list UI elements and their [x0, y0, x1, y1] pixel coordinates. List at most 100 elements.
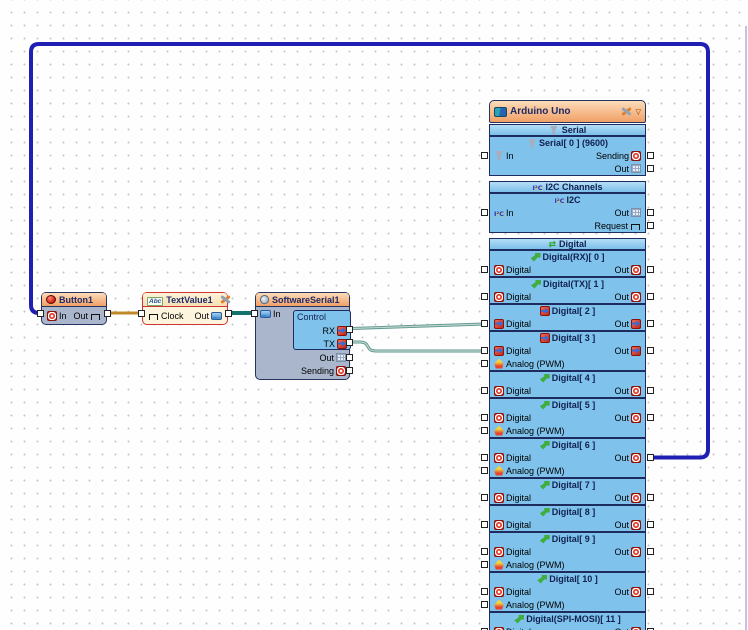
digital-value-icon: [336, 365, 346, 376]
digital-in-pin[interactable]: [481, 414, 488, 421]
digital-out-pin[interactable]: [647, 548, 654, 555]
red-digital-icon: [631, 452, 641, 463]
digital-channel-1: Digital(TX)[ 1 ] Digital Out: [481, 277, 654, 304]
analog-pwm-row: Analog (PWM): [481, 464, 645, 477]
digital-in-pin[interactable]: [481, 588, 488, 595]
analog-pwm-pin[interactable]: [481, 467, 488, 474]
analog-flame-icon: [494, 465, 504, 476]
red-digital-icon: [631, 626, 641, 630]
softserial-out-pin[interactable]: [346, 354, 353, 361]
textvalue1-clock-label: Clock: [161, 311, 184, 321]
red-digital-icon: [631, 519, 641, 530]
textvalue1-clock-pin[interactable]: [138, 310, 145, 317]
analog-pwm-pin[interactable]: [481, 561, 488, 568]
analog-pwm-pin[interactable]: [481, 601, 488, 608]
softserial-control-group[interactable]: Control RX TX: [293, 310, 351, 350]
digital-pin-row: Digital Out: [481, 411, 654, 424]
digital-channel-title: Digital[ 5 ]: [490, 399, 645, 411]
digital-in-pin[interactable]: [481, 266, 488, 273]
digital-out-pin[interactable]: [647, 494, 654, 501]
softserial-sending-pin[interactable]: [346, 367, 353, 374]
digital-in-label: Digital: [506, 291, 532, 302]
digital-in-pin[interactable]: [481, 347, 488, 354]
digital-in-pin[interactable]: [481, 293, 488, 300]
digital-out-pin[interactable]: [647, 588, 654, 595]
arduino-serial-out-pin[interactable]: [647, 165, 654, 172]
red-digital-icon: [494, 452, 504, 463]
digital-out-pin[interactable]: [647, 320, 654, 327]
digital-in-pin[interactable]: [481, 387, 488, 394]
digital-out-pin[interactable]: [647, 266, 654, 273]
serial-data-icon: [336, 353, 346, 362]
textvalue1-header[interactable]: TextValue1: [143, 293, 227, 307]
wire-rx-core: [350, 323, 485, 330]
component-textvalue1[interactable]: TextValue1 Clock Out: [138, 292, 232, 325]
red-digital-icon: [494, 264, 504, 275]
green-arrow-icon: [539, 534, 550, 544]
textvalue1-out-pin[interactable]: [225, 310, 232, 317]
analog-pwm-label: Analog (PWM): [506, 425, 565, 436]
button1-in-pin[interactable]: [37, 310, 44, 317]
softserial-sending-label: Sending: [300, 365, 334, 376]
serial-group-bar[interactable]: Serial: [489, 124, 646, 136]
digital-out-label: Out: [614, 492, 629, 503]
digital-group-bar[interactable]: Digital: [489, 238, 646, 250]
analog-pwm-row: Analog (PWM): [481, 357, 645, 370]
digital-pin-row: Digital Out: [481, 491, 654, 504]
softserial-in-pin[interactable]: [251, 310, 258, 317]
digital-out-pin[interactable]: [647, 293, 654, 300]
design-canvas[interactable]: Button1 In Out TextValue1 Clock Out: [0, 0, 748, 630]
component-button1[interactable]: Button1 In Out: [37, 292, 111, 325]
button1-out-pin[interactable]: [104, 310, 111, 317]
arduino-request-pin[interactable]: [647, 222, 654, 229]
digital-in-pin[interactable]: [481, 494, 488, 501]
green-arrow-icon: [539, 507, 550, 517]
digital-group-title: Digital: [559, 239, 587, 249]
softserial-out-label: Out: [319, 352, 334, 363]
digital-out-label: Out: [614, 452, 629, 463]
i2c-group-bar[interactable]: I2C Channels: [489, 181, 646, 193]
digital-in-label: Digital: [506, 492, 532, 503]
digital-in-pin[interactable]: [481, 548, 488, 555]
red-digital-icon: [494, 626, 504, 630]
digital-out-pin[interactable]: [647, 347, 654, 354]
digital-in-pin[interactable]: [481, 454, 488, 461]
arduino-header[interactable]: Arduino Uno: [489, 100, 646, 123]
analog-pwm-pin[interactable]: [481, 427, 488, 434]
analog-pwm-pin[interactable]: [481, 360, 488, 367]
digital-in-pin[interactable]: [481, 320, 488, 327]
digital-arrows-icon: [548, 239, 556, 250]
digital-channel-title: Digital(SPI-MOSI)[ 11 ]: [490, 613, 645, 625]
digital-out-pin[interactable]: [647, 454, 654, 461]
analog-flame-icon: [494, 358, 504, 369]
green-arrow-icon: [514, 614, 525, 624]
digital-in-label: Digital: [506, 345, 532, 356]
component-arduino-uno[interactable]: Arduino Uno Serial Serial[ 0 ] (9600) In…: [481, 100, 654, 630]
wrench-tools-icon[interactable]: [620, 106, 633, 117]
digital-channel-4: Digital[ 4 ] Digital Out: [481, 371, 654, 398]
digital-out-pin[interactable]: [647, 521, 654, 528]
arduino-i2c-in-pin[interactable]: [481, 209, 488, 216]
digital-in-label: Digital: [506, 519, 532, 530]
digital-channel-title: Digital[ 9 ]: [490, 533, 645, 545]
softwareserial1-header[interactable]: SoftwareSerial1: [256, 293, 349, 307]
arduino-i2c-out-pin[interactable]: [647, 209, 654, 216]
softserial-tx-pin[interactable]: [346, 339, 353, 346]
arduino-sending-pin[interactable]: [647, 152, 654, 159]
digital-in-pin[interactable]: [481, 521, 488, 528]
digital-pin-row: Digital Out: [481, 451, 654, 464]
digital-out-pin[interactable]: [647, 414, 654, 421]
wrench-tools-icon[interactable]: [219, 294, 232, 305]
red-digital-icon: [631, 546, 641, 557]
abc-text-icon: [147, 295, 163, 305]
digital-in-label: Digital: [506, 318, 532, 329]
component-softwareserial1[interactable]: SoftwareSerial1 In Control RX TX Out Sen…: [251, 292, 353, 380]
red-digital-icon: [494, 546, 504, 557]
chevron-down-icon[interactable]: [636, 106, 641, 117]
green-arrow-icon: [539, 400, 550, 410]
button1-header[interactable]: Button1: [42, 293, 106, 307]
arduino-serial-in-pin[interactable]: [481, 152, 488, 159]
i2c-in-label: In: [506, 207, 514, 218]
softserial-rx-pin[interactable]: [346, 326, 353, 333]
digital-out-pin[interactable]: [647, 387, 654, 394]
